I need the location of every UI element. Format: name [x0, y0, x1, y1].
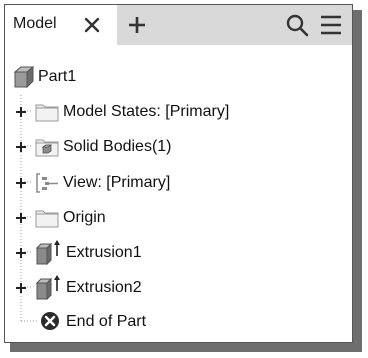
model-tree: Part1 Model States: [Primary] Solid Bodi… [5, 45, 352, 342]
browser-tab-bar: Model [5, 5, 352, 45]
tree-item-label: End of Part [66, 313, 147, 330]
tree-item-label: Extrusion2 [66, 279, 142, 296]
tab-model-label: Model [13, 15, 57, 32]
tree-item-label: Origin [63, 209, 106, 226]
tree-item-origin[interactable]: Origin [5, 200, 352, 234]
tree-item-label: Solid Bodies(1) [63, 138, 172, 155]
expand-plus-icon[interactable] [15, 246, 27, 258]
plus-icon[interactable] [125, 13, 149, 37]
view-rep-icon [35, 172, 59, 199]
end-of-part-icon [40, 311, 60, 336]
model-browser-panel: Model Part1 Model States: [Primary] Soli… [4, 4, 353, 343]
extrusion-icon [35, 239, 63, 270]
expand-plus-icon[interactable] [15, 211, 27, 223]
extrusion-icon [35, 274, 63, 305]
expand-plus-icon[interactable] [15, 176, 27, 188]
close-icon[interactable] [81, 14, 103, 36]
expand-plus-icon[interactable] [15, 281, 27, 293]
expand-plus-icon[interactable] [15, 105, 27, 117]
tree-item-label: View: [Primary] [63, 174, 171, 191]
tree-item-label: Extrusion1 [66, 244, 142, 261]
tree-item-label: Model States: [Primary] [63, 103, 230, 120]
tree-item-end-of-part[interactable]: End of Part [5, 304, 352, 338]
part-cube-icon [13, 65, 35, 93]
solid-bodies-folder-icon [35, 137, 59, 162]
folder-icon [35, 102, 59, 127]
tab-model[interactable]: Model [5, 5, 117, 45]
folder-icon [35, 208, 59, 233]
tree-item-solid-bodies[interactable]: Solid Bodies(1) [5, 129, 352, 163]
tree-item-view[interactable]: View: [Primary] [5, 165, 352, 199]
hamburger-menu-icon[interactable] [319, 14, 343, 36]
tree-item-label: Part1 [38, 68, 77, 85]
expand-plus-icon[interactable] [15, 140, 27, 152]
tree-item-model-states[interactable]: Model States: [Primary] [5, 94, 352, 128]
tree-root-part1[interactable]: Part1 [5, 59, 352, 93]
tree-item-extrusion1[interactable]: Extrusion1 [5, 235, 352, 269]
search-icon[interactable] [285, 13, 309, 37]
tree-item-extrusion2[interactable]: Extrusion2 [5, 270, 352, 304]
